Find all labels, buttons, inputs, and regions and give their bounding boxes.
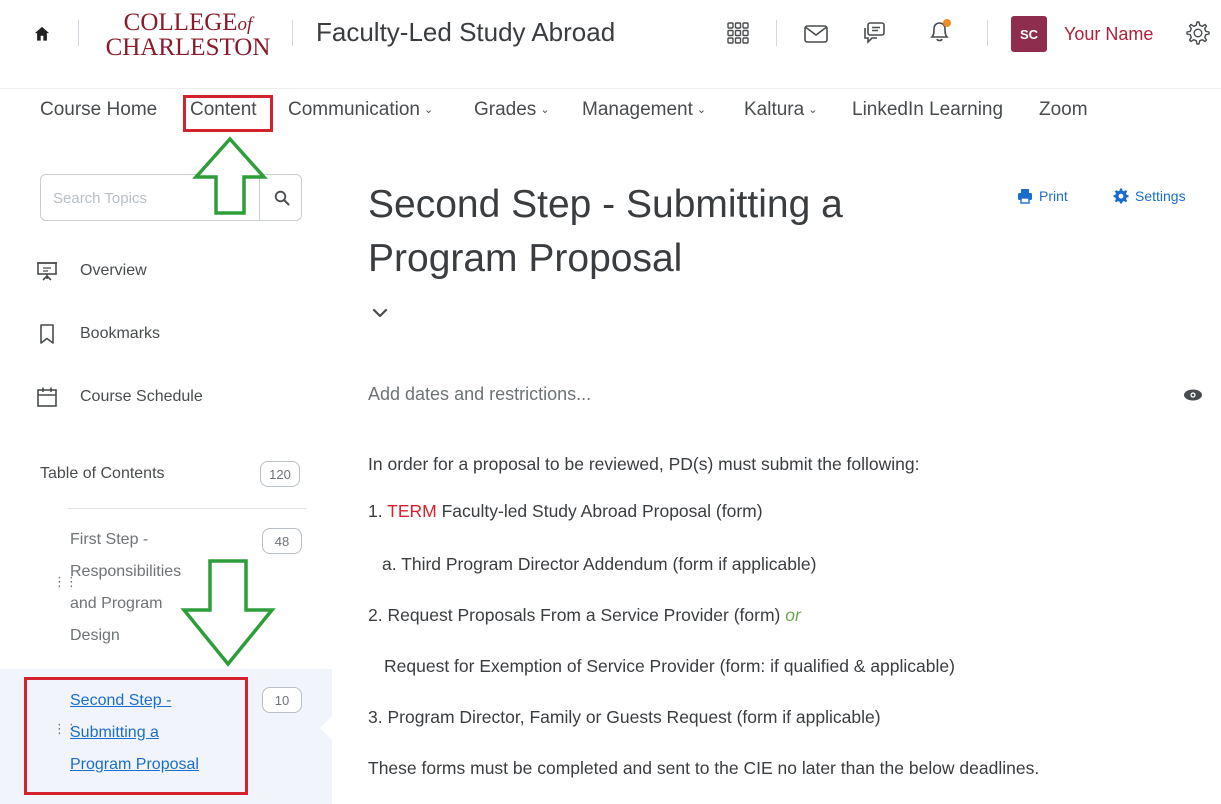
content-highlight-box xyxy=(183,95,273,132)
college-logo[interactable]: COLLEGEof CHARLESTON xyxy=(100,8,276,64)
sidebar-item-label: Course Schedule xyxy=(80,388,203,405)
add-dates-restrictions-link[interactable]: Add dates and restrictions... xyxy=(368,384,591,405)
overview-icon xyxy=(37,262,57,281)
table-of-contents-link[interactable]: Table of Contents xyxy=(40,465,165,483)
header-divider xyxy=(78,20,79,46)
nav-kaltura[interactable]: Kaltura ⌄ xyxy=(744,99,817,121)
sidebar-item-label: Overview xyxy=(80,262,147,279)
or-text: or xyxy=(785,605,801,625)
module-count-badge: 48 xyxy=(262,528,302,554)
gear-icon xyxy=(1113,188,1129,204)
nav-course-home[interactable]: Course Home xyxy=(40,99,157,121)
second-step-highlight-box xyxy=(24,677,248,795)
sidebar-item-label: Bookmarks xyxy=(80,325,161,342)
message-alerts-icon[interactable] xyxy=(804,25,828,43)
course-selector-grid-icon[interactable] xyxy=(727,22,749,44)
term-placeholder: TERM xyxy=(387,501,437,521)
top-header: COLLEGEof CHARLESTON Faculty-Led Study A… xyxy=(0,0,1221,78)
user-avatar[interactable]: SC xyxy=(1011,16,1047,52)
update-alerts-bell-icon[interactable] xyxy=(927,18,953,44)
printer-icon xyxy=(1018,189,1032,204)
header-divider xyxy=(987,20,988,46)
toc-count-badge: 120 xyxy=(260,461,300,487)
nav-communication[interactable]: Communication ⌄ xyxy=(288,99,433,121)
settings-button[interactable]: Settings xyxy=(1113,188,1186,204)
body-item-2: 2. Request Proposals From a Service Prov… xyxy=(368,605,801,625)
print-button[interactable]: Print xyxy=(1017,188,1068,204)
body-item-2-alt: Request for Exemption of Service Provide… xyxy=(384,656,955,676)
chevron-down-icon: ⌄ xyxy=(808,104,818,117)
calendar-icon xyxy=(37,387,57,407)
visibility-eye-icon[interactable] xyxy=(1183,388,1203,402)
chevron-down-icon: ⌄ xyxy=(696,104,707,117)
nav-grades[interactable]: Grades ⌄ xyxy=(474,99,550,121)
module-count-badge: 10 xyxy=(262,687,302,713)
nav-zoom[interactable]: Zoom xyxy=(1039,99,1088,121)
body-intro: In order for a proposal to be reviewed, … xyxy=(368,454,920,474)
sidebar-item-course-schedule[interactable]: Course Schedule xyxy=(36,383,296,411)
toc-divider xyxy=(68,508,306,509)
nav-linkedin-learning[interactable]: LinkedIn Learning xyxy=(852,99,1003,121)
down-arrow-annotation-icon xyxy=(180,559,276,667)
active-module-pointer xyxy=(320,716,332,740)
chevron-down-icon: ⌄ xyxy=(540,104,550,117)
body-item-3: 3. Program Director, Family or Guests Re… xyxy=(368,707,881,727)
sidebar-item-bookmarks[interactable]: Bookmarks xyxy=(36,320,296,348)
body-item-1: 1. TERM Faculty-led Study Abroad Proposa… xyxy=(368,501,763,521)
up-arrow-annotation-icon xyxy=(192,136,268,215)
bookmark-icon xyxy=(40,324,54,344)
nav-management[interactable]: Management ⌄ xyxy=(582,99,706,121)
body-item-1a: a. Third Program Director Addendum (form… xyxy=(382,554,817,574)
search-icon xyxy=(274,190,290,205)
chevron-down-icon[interactable] xyxy=(370,303,390,323)
body-footer: These forms must be completed and sent t… xyxy=(368,758,1040,778)
page-title: Second Step - Submitting a Program Propo… xyxy=(368,183,843,280)
user-name[interactable]: Your Name xyxy=(1064,24,1153,45)
header-divider xyxy=(776,20,777,46)
settings-gear-icon[interactable] xyxy=(1184,20,1210,46)
sidebar-item-overview[interactable]: Overview xyxy=(36,257,296,285)
subscription-alerts-icon[interactable] xyxy=(862,21,886,45)
header-divider xyxy=(292,20,293,46)
home-icon[interactable] xyxy=(34,26,50,42)
chevron-down-icon: ⌄ xyxy=(424,104,434,117)
course-title[interactable]: Faculty-Led Study Abroad xyxy=(316,17,615,48)
